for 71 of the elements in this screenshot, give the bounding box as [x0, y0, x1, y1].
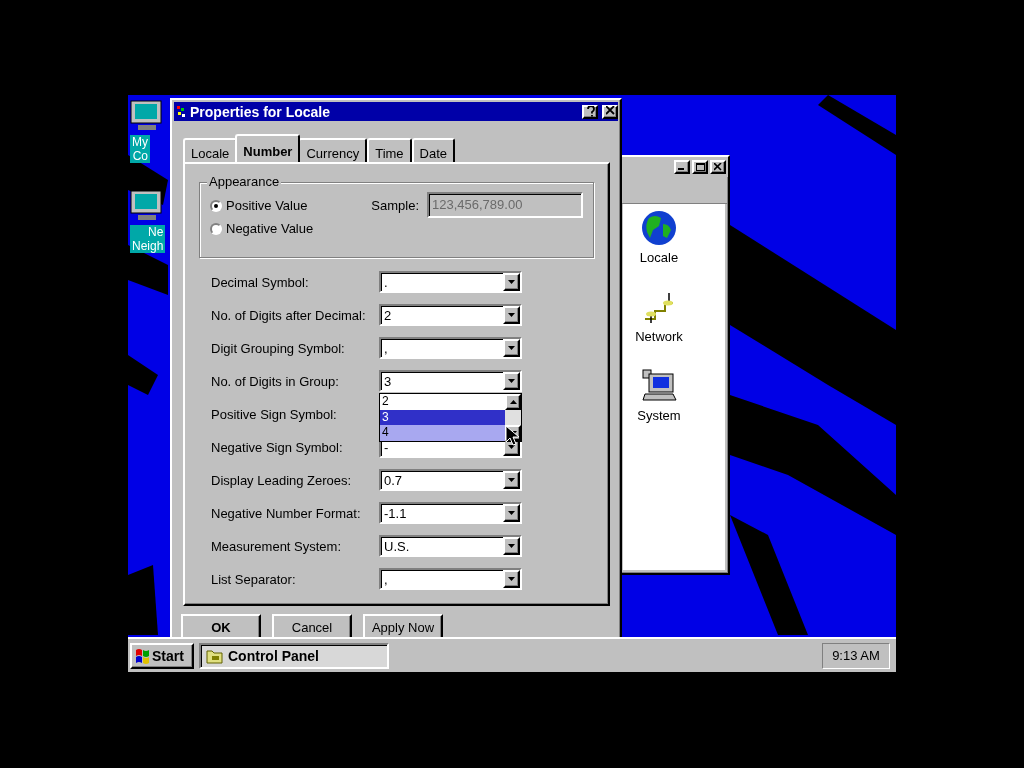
field-label: Positive Sign Symbol: [211, 406, 338, 422]
dropdown-field[interactable]: 2 [379, 304, 522, 326]
clock: 9:13 AM [822, 642, 890, 669]
computer-icon[interactable] [130, 100, 162, 132]
list-item[interactable]: 4 [380, 425, 505, 441]
radio-button[interactable] [210, 222, 222, 235]
caret-icon [508, 346, 515, 350]
icon-label[interactable]: Locale [639, 250, 679, 265]
tab[interactable]: Currency [298, 138, 368, 162]
scroll-up-button[interactable] [505, 394, 521, 410]
group-title: Appearance [207, 174, 282, 189]
computer-icon[interactable] [130, 190, 162, 222]
field-label: Display Leading Zeroes: [211, 472, 353, 488]
caret-icon [508, 511, 515, 515]
caret-icon [508, 379, 515, 383]
radio-label[interactable]: Positive Value [226, 198, 308, 213]
dropdown-field[interactable]: -1.1 [379, 502, 522, 524]
dropdown-field[interactable]: , [379, 568, 522, 590]
list-item[interactable]: 2 [380, 394, 505, 410]
caret-icon [508, 577, 515, 581]
taskbar-button[interactable]: Control Panel [199, 642, 389, 669]
dropdown-field[interactable]: , [379, 337, 522, 359]
icon-label[interactable]: Network [635, 329, 683, 344]
dialog-button[interactable]: Cancel [272, 614, 352, 640]
caret-icon [508, 544, 515, 548]
field-label: Measurement System: [211, 538, 343, 554]
maximize-button[interactable] [692, 160, 708, 174]
dropdown-field[interactable]: 3 [379, 370, 522, 392]
folder-icon [206, 647, 223, 664]
globe-icon[interactable] [641, 210, 677, 246]
computer-icon[interactable] [641, 368, 677, 404]
dialog-button[interactable]: Apply Now [363, 614, 443, 640]
close-icon [605, 106, 615, 117]
field-label: Negative Sign Symbol: [211, 439, 344, 455]
caret-icon [508, 313, 515, 317]
field-label: Digit Grouping Symbol: [211, 340, 346, 356]
start-button[interactable]: Start [130, 642, 194, 669]
dropdown-field[interactable]: 0.7 [379, 469, 522, 491]
wallpaper-stripe [128, 355, 158, 395]
windows-logo-icon [135, 647, 150, 664]
close-button[interactable] [602, 104, 618, 119]
app-icon [177, 105, 186, 118]
field-label: Decimal Symbol: [211, 274, 310, 290]
tab[interactable]: Locale [183, 138, 238, 162]
close-button[interactable] [710, 160, 726, 174]
field-label: List Separator: [211, 571, 297, 587]
tab[interactable]: Number [235, 134, 301, 162]
close-icon [713, 163, 723, 171]
dropdown-field[interactable]: . [379, 271, 522, 293]
caret-icon [508, 280, 515, 284]
minimize-button[interactable] [674, 160, 690, 174]
help-button[interactable] [582, 104, 598, 119]
radio-button[interactable] [210, 199, 222, 212]
help-icon [585, 106, 595, 117]
window-title: Properties for Locale [190, 103, 332, 120]
icon-label[interactable]: System [637, 408, 681, 423]
up-arrow-icon [509, 400, 517, 404]
tab[interactable]: Date [411, 138, 456, 162]
field-label: Sample: [371, 197, 419, 213]
dropdown-field[interactable]: U.S. [379, 535, 522, 557]
field-label: No. of Digits in Group: [211, 373, 340, 389]
dialog-button[interactable]: OK [181, 614, 261, 640]
wallpaper-stripe [128, 565, 158, 635]
radio-label[interactable]: Negative Value [226, 221, 314, 236]
tab[interactable]: Time [367, 138, 412, 162]
caret-icon [508, 478, 515, 482]
sample-field: 123,456,789.00 [427, 192, 583, 218]
field-label: No. of Digits after Decimal: [211, 307, 367, 323]
field-label: Negative Number Format: [211, 505, 362, 521]
list-item[interactable]: 3 [380, 409, 505, 426]
maximize-icon [695, 163, 705, 171]
